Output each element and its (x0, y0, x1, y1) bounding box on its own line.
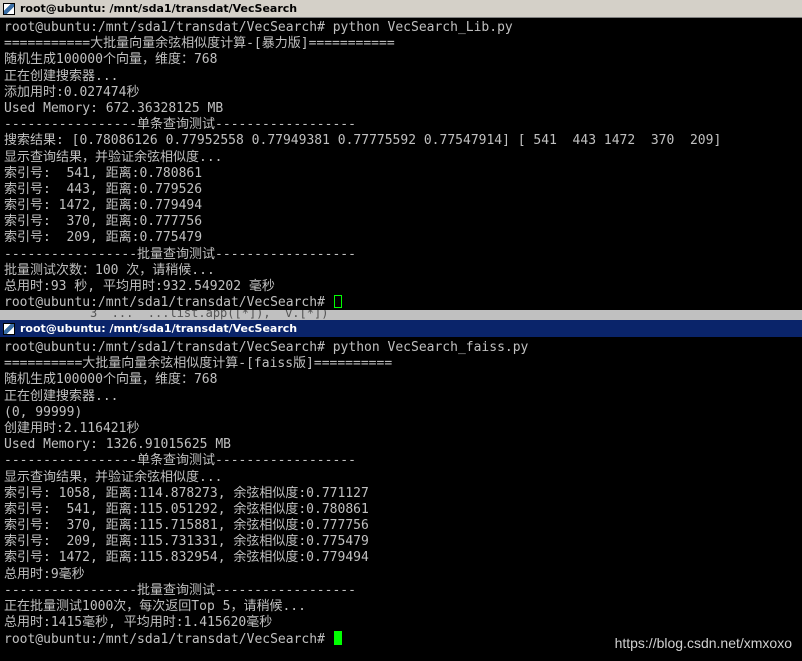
terminal-line: ==========大批量向量余弦相似度计算-[faiss版]=========… (4, 356, 802, 372)
terminal-line-text: 索引号: 541, 距离:115.051292, 余弦相似度:0.780861 (4, 501, 369, 517)
terminal-line: 搜索结果: [0.78086126 0.77952558 0.77949381 … (4, 133, 802, 149)
terminal-line-text: -----------------单条查询测试-----------------… (4, 117, 356, 133)
terminal-line-text: 总用时:9毫秒 (4, 566, 85, 582)
terminal-line: 索引号: 1472, 距离:115.832954, 余弦相似度:0.779494 (4, 550, 802, 566)
background-window-text: 3 ... ...list.app([*]), v.[*]) (90, 310, 329, 320)
terminal-line-text: 索引号: 209, 距离:115.731331, 余弦相似度:0.775479 (4, 534, 369, 550)
terminal-line: 索引号: 443, 距离:0.779526 (4, 182, 802, 198)
terminal-line: 随机生成100000个向量，维度：768 (4, 372, 802, 388)
terminal-line: Used Memory: 672.36328125 MB (4, 101, 802, 117)
terminal-line-text: (0, 99999) (4, 404, 83, 420)
terminal-line-text: 正在创建搜索器... (4, 388, 119, 404)
text-cursor (333, 295, 342, 309)
window-title-2: root@ubuntu: /mnt/sda1/transdat/VecSearc… (20, 322, 298, 335)
terminal-line: (0, 99999) (4, 405, 802, 421)
terminal-line: ===========大批量向量余弦相似度计算-[暴力版]=========== (4, 36, 802, 52)
terminal-line: -----------------单条查询测试-----------------… (4, 453, 802, 469)
terminal-line: 索引号: 541, 距离:0.780861 (4, 166, 802, 182)
terminal-line: 正在批量测试1000次，每次返回Top 5，请稍候... (4, 599, 802, 615)
terminal-line: root@ubuntu:/mnt/sda1/transdat/VecSearch… (4, 20, 802, 36)
terminal-line: 随机生成100000个向量，维度：768 (4, 52, 802, 68)
terminal-line: 显示查询结果，并验证余弦相似度... (4, 470, 802, 486)
terminal-line: 索引号: 370, 距离:115.715881, 余弦相似度:0.777756 (4, 518, 802, 534)
terminal-line-text: 添加用时:0.027474秒 (4, 84, 140, 100)
terminal-line-text: 显示查询结果，并验证余弦相似度... (4, 149, 223, 165)
terminal-line: 显示查询结果，并验证余弦相似度... (4, 150, 802, 166)
terminal-line-text: 索引号: 541, 距离:0.780861 (4, 165, 203, 181)
terminal-line-text: 随机生成100000个向量，维度：768 (4, 372, 218, 388)
terminal-line-text: root@ubuntu:/mnt/sda1/transdat/VecSearch… (4, 295, 333, 310)
terminal-line: -----------------单条查询测试-----------------… (4, 117, 802, 133)
terminal-output-2[interactable]: root@ubuntu:/mnt/sda1/transdat/VecSearch… (0, 338, 802, 661)
terminal-line-text: ===========大批量向量余弦相似度计算-[暴力版]=========== (4, 36, 395, 52)
terminal-output-1[interactable]: root@ubuntu:/mnt/sda1/transdat/VecSearch… (0, 18, 802, 310)
terminal-line-text: 索引号: 1058, 距离:114.878273, 余弦相似度:0.771127 (4, 485, 369, 501)
terminal-line-text: 随机生成100000个向量，维度：768 (4, 52, 218, 68)
terminal-line: 索引号: 209, 距离:115.731331, 余弦相似度:0.775479 (4, 534, 802, 550)
terminal-line: 创建用时:2.116421秒 (4, 421, 802, 437)
terminal-line-text: 索引号: 443, 距离:0.779526 (4, 181, 203, 197)
terminal-line-text: 总用时:1415毫秒, 平均用时:1.415620毫秒 (4, 615, 273, 631)
terminal-window-icon (3, 2, 15, 15)
terminal-line-text: 显示查询结果，并验证余弦相似度... (4, 469, 223, 485)
terminal-line-text: 正在批量测试1000次，每次返回Top 5，请稍候... (4, 599, 306, 614)
terminal-line-text: -----------------单条查询测试-----------------… (4, 453, 356, 469)
terminal-line: -----------------批量查询测试-----------------… (4, 247, 802, 263)
terminal-line-text: 总用时:93 秒, 平均用时:932.549202 毫秒 (4, 279, 275, 294)
terminal-window-2[interactable]: root@ubuntu: /mnt/sda1/transdat/VecSearc… (0, 320, 802, 661)
terminal-line-text: 正在创建搜索器... (4, 68, 119, 84)
terminal-line: -----------------批量查询测试-----------------… (4, 583, 802, 599)
terminal-line: 总用时:9毫秒 (4, 567, 802, 583)
terminal-line-text: 索引号: 1472, 距离:115.832954, 余弦相似度:0.779494 (4, 550, 369, 566)
terminal-line-text: 索引号: 1472, 距离:0.779494 (4, 198, 203, 214)
terminal-line: root@ubuntu:/mnt/sda1/transdat/VecSearch… (4, 295, 802, 310)
terminal-line-text: ==========大批量向量余弦相似度计算-[faiss版]=========… (4, 356, 393, 372)
terminal-line: root@ubuntu:/mnt/sda1/transdat/VecSearch… (4, 340, 802, 356)
terminal-line-text: 索引号: 209, 距离:0.775479 (4, 230, 203, 246)
terminal-line: 正在创建搜索器... (4, 69, 802, 85)
terminal-line: 批量测试次数：100 次，请稍候... (4, 263, 802, 279)
terminal-line-text: Used Memory: 1326.91015625 MB (4, 437, 231, 453)
terminal-line: 索引号: 541, 距离:115.051292, 余弦相似度:0.780861 (4, 502, 802, 518)
terminal-window-1[interactable]: root@ubuntu: /mnt/sda1/transdat/VecSearc… (0, 0, 802, 310)
terminal-window-icon (3, 322, 15, 335)
terminal-line: 总用时:93 秒, 平均用时:932.549202 毫秒 (4, 279, 802, 295)
terminal-line-text: 搜索结果: [0.78086126 0.77952558 0.77949381 … (4, 133, 722, 149)
window-titlebar-1[interactable]: root@ubuntu: /mnt/sda1/transdat/VecSearc… (0, 0, 802, 18)
window-title-1: root@ubuntu: /mnt/sda1/transdat/VecSearc… (20, 2, 298, 15)
terminal-line-text: root@ubuntu:/mnt/sda1/transdat/VecSearch… (4, 20, 513, 35)
terminal-line: 索引号: 1472, 距离:0.779494 (4, 198, 802, 214)
terminal-line: 添加用时:0.027474秒 (4, 85, 802, 101)
terminal-line-text: 批量测试次数：100 次，请稍候... (4, 262, 215, 278)
terminal-line-text: root@ubuntu:/mnt/sda1/transdat/VecSearch… (4, 632, 333, 648)
terminal-line: 正在创建搜索器... (4, 389, 802, 405)
terminal-line-text: -----------------批量查询测试-----------------… (4, 582, 356, 598)
terminal-line: 索引号: 370, 距离:0.777756 (4, 214, 802, 230)
terminal-line: 索引号: 1058, 距离:114.878273, 余弦相似度:0.771127 (4, 486, 802, 502)
terminal-line: 总用时:1415毫秒, 平均用时:1.415620毫秒 (4, 615, 802, 631)
watermark-url: https://blog.csdn.net/xmxoxo (614, 635, 792, 651)
terminal-line-text: -----------------批量查询测试-----------------… (4, 246, 356, 262)
terminal-line: 索引号: 209, 距离:0.775479 (4, 230, 802, 246)
terminal-line-text: 索引号: 370, 距离:0.777756 (4, 214, 203, 230)
text-cursor (333, 631, 342, 646)
terminal-line: Used Memory: 1326.91015625 MB (4, 437, 802, 453)
terminal-line-text: Used Memory: 672.36328125 MB (4, 100, 224, 116)
window-gap: 3 ... ...list.app([*]), v.[*]) (0, 310, 802, 320)
terminal-line-text: 创建用时:2.116421秒 (4, 420, 140, 436)
terminal-line-text: root@ubuntu:/mnt/sda1/transdat/VecSearch… (4, 340, 529, 355)
terminal-line-text: 索引号: 370, 距离:115.715881, 余弦相似度:0.777756 (4, 518, 369, 534)
window-titlebar-2[interactable]: root@ubuntu: /mnt/sda1/transdat/VecSearc… (0, 320, 802, 338)
